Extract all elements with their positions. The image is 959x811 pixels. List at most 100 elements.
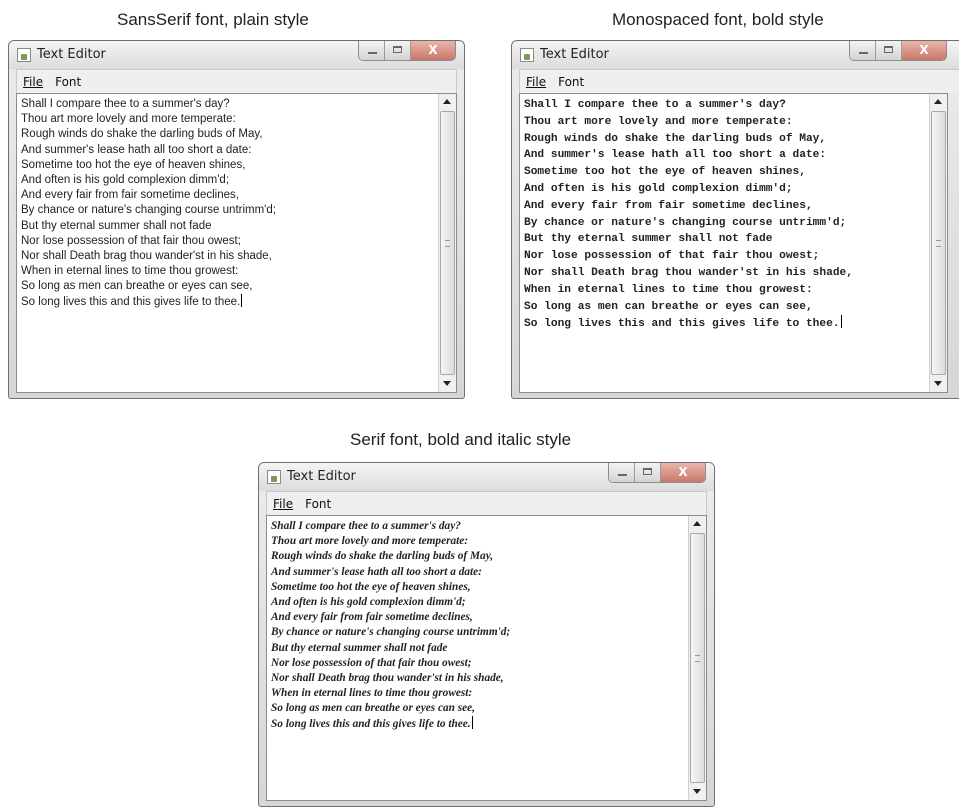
grip-icon bbox=[445, 240, 450, 247]
vertical-scrollbar[interactable] bbox=[438, 94, 456, 392]
scroll-down-arrow-icon[interactable] bbox=[689, 783, 706, 800]
maximize-button[interactable] bbox=[876, 41, 902, 60]
menu-font[interactable]: Font bbox=[558, 75, 584, 89]
scroll-up-arrow-icon[interactable] bbox=[439, 94, 456, 111]
text-line: Thou art more lovely and more temperate: bbox=[271, 535, 469, 548]
minimize-button[interactable] bbox=[359, 41, 385, 60]
text-line: And summer's lease hath all too short a … bbox=[21, 143, 252, 156]
text-caret bbox=[840, 315, 842, 329]
text-line: Rough winds do shake the darling buds of… bbox=[271, 550, 494, 563]
close-button[interactable]: X bbox=[411, 41, 455, 60]
text-area[interactable]: Shall I compare thee to a summer's day? … bbox=[17, 94, 438, 392]
title-bar[interactable]: Text Editor X bbox=[259, 463, 714, 491]
text-line: Nor shall Death brag thou wander'st in h… bbox=[271, 671, 504, 684]
menu-font[interactable]: Font bbox=[55, 75, 81, 89]
text-area[interactable]: Shall I compare thee to a summer's day? … bbox=[267, 516, 688, 800]
close-button[interactable]: X bbox=[661, 463, 705, 482]
text-line: But thy eternal summer shall not fade bbox=[271, 641, 448, 654]
text-area[interactable]: Shall I compare thee to a summer's day? … bbox=[520, 94, 929, 392]
text-editor-window: Text Editor X File Font Shall I compare … bbox=[8, 40, 465, 399]
text-line: By chance or nature's changing course un… bbox=[21, 204, 276, 217]
grip-icon bbox=[695, 655, 700, 662]
text-line: And summer's lease hath all too short a … bbox=[524, 149, 827, 162]
text-line: Nor shall Death brag thou wander'st in h… bbox=[21, 249, 272, 262]
text-line: Sometime too hot the eye of heaven shine… bbox=[21, 158, 246, 171]
text-area-container: Shall I compare thee to a summer's day? … bbox=[519, 93, 948, 393]
scroll-up-arrow-icon[interactable] bbox=[689, 516, 706, 533]
text-line: Nor lose possession of that fair thou ow… bbox=[21, 234, 241, 247]
menu-file[interactable]: File bbox=[526, 75, 546, 89]
panel-caption: Monospaced font, bold style bbox=[612, 10, 824, 29]
panel-caption: Serif font, bold and italic style bbox=[350, 430, 572, 449]
text-line: So long as men can breathe or eyes can s… bbox=[21, 280, 253, 293]
window-title: Text Editor bbox=[37, 47, 106, 62]
scroll-thumb[interactable] bbox=[440, 111, 455, 375]
text-line: And every fair from fair sometime declin… bbox=[21, 189, 239, 202]
text-line: And often is his gold complexion dimm'd; bbox=[271, 595, 466, 608]
text-line: Sometime too hot the eye of heaven shine… bbox=[524, 166, 806, 179]
scroll-down-arrow-icon[interactable] bbox=[439, 375, 456, 392]
text-line: Shall I compare thee to a summer's day? bbox=[524, 99, 786, 111]
text-line: Thou art more lovely and more temperate: bbox=[21, 113, 236, 126]
menu-file[interactable]: File bbox=[23, 75, 43, 89]
panel-caption: SansSerif font, plain style bbox=[117, 10, 309, 29]
text-line: And every fair from fair sometime declin… bbox=[524, 199, 813, 212]
text-line-content: So long lives this and this gives life t… bbox=[271, 718, 471, 731]
text-caret bbox=[471, 716, 473, 730]
text-line: Rough winds do shake the darling buds of… bbox=[21, 128, 263, 141]
text-line: And often is his gold complexion dimm'd; bbox=[21, 173, 230, 186]
text-line: Nor lose possession of that fair thou ow… bbox=[271, 656, 472, 669]
text-caret bbox=[241, 294, 243, 308]
vertical-scrollbar[interactable] bbox=[929, 94, 947, 392]
text-line: So long lives this and this gives life t… bbox=[21, 294, 434, 309]
text-area-container: Shall I compare thee to a summer's day? … bbox=[16, 93, 457, 393]
text-line: Shall I compare thee to a summer's day? bbox=[271, 520, 461, 532]
text-line-content: So long lives this and this gives life t… bbox=[21, 296, 241, 309]
window-controls: X bbox=[358, 41, 456, 61]
text-line: So long as men can breathe or eyes can s… bbox=[524, 300, 813, 313]
scroll-up-arrow-icon[interactable] bbox=[930, 94, 947, 111]
text-line: So long as men can breathe or eyes can s… bbox=[271, 702, 475, 715]
text-line-content: So long lives this and this gives life t… bbox=[524, 318, 840, 331]
window-controls: X bbox=[608, 463, 706, 483]
java-app-icon bbox=[267, 470, 281, 484]
text-line: Sometime too hot the eye of heaven shine… bbox=[271, 580, 471, 593]
text-line: When in eternal lines to time thou growe… bbox=[21, 265, 239, 278]
menu-bar: File Font bbox=[266, 491, 707, 515]
scroll-thumb[interactable] bbox=[690, 533, 705, 783]
text-line: But thy eternal summer shall not fade bbox=[524, 233, 773, 246]
text-editor-window: Text Editor X File Font Shall I compare … bbox=[258, 462, 715, 807]
text-line: And often is his gold complexion dimm'd; bbox=[524, 182, 793, 195]
minimize-button[interactable] bbox=[850, 41, 876, 60]
text-line: So long lives this and this gives life t… bbox=[271, 716, 684, 731]
window-title: Text Editor bbox=[540, 47, 609, 62]
window-title: Text Editor bbox=[287, 469, 356, 484]
window-controls: X bbox=[849, 41, 947, 61]
vertical-scrollbar[interactable] bbox=[688, 516, 706, 800]
menu-bar: File Font bbox=[519, 69, 959, 93]
text-line: When in eternal lines to time thou growe… bbox=[271, 687, 473, 700]
text-line: So long lives this and this gives life t… bbox=[524, 315, 925, 332]
text-area-container: Shall I compare thee to a summer's day? … bbox=[266, 515, 707, 801]
menu-file[interactable]: File bbox=[273, 497, 293, 511]
text-line: Rough winds do shake the darling buds of… bbox=[524, 132, 827, 145]
text-line: By chance or nature's changing course un… bbox=[271, 626, 511, 639]
title-bar[interactable]: Text Editor X bbox=[512, 41, 959, 69]
menu-bar: File Font bbox=[16, 69, 457, 93]
text-line: When in eternal lines to time thou growe… bbox=[524, 283, 813, 296]
text-editor-window: Text Editor X File Font Shall I compare … bbox=[511, 40, 959, 399]
scroll-thumb[interactable] bbox=[931, 111, 946, 375]
scroll-down-arrow-icon[interactable] bbox=[930, 375, 947, 392]
title-bar[interactable]: Text Editor X bbox=[9, 41, 464, 69]
text-line: Thou art more lovely and more temperate: bbox=[524, 115, 793, 128]
minimize-button[interactable] bbox=[609, 463, 635, 482]
text-line: But thy eternal summer shall not fade bbox=[21, 219, 212, 232]
java-app-icon bbox=[17, 48, 31, 62]
maximize-button[interactable] bbox=[635, 463, 661, 482]
text-line: Nor lose possession of that fair thou ow… bbox=[524, 250, 820, 263]
close-button[interactable]: X bbox=[902, 41, 946, 60]
maximize-button[interactable] bbox=[385, 41, 411, 60]
menu-font[interactable]: Font bbox=[305, 497, 331, 511]
text-line: And summer's lease hath all too short a … bbox=[271, 565, 482, 578]
text-line: By chance or nature's changing course un… bbox=[524, 216, 847, 229]
